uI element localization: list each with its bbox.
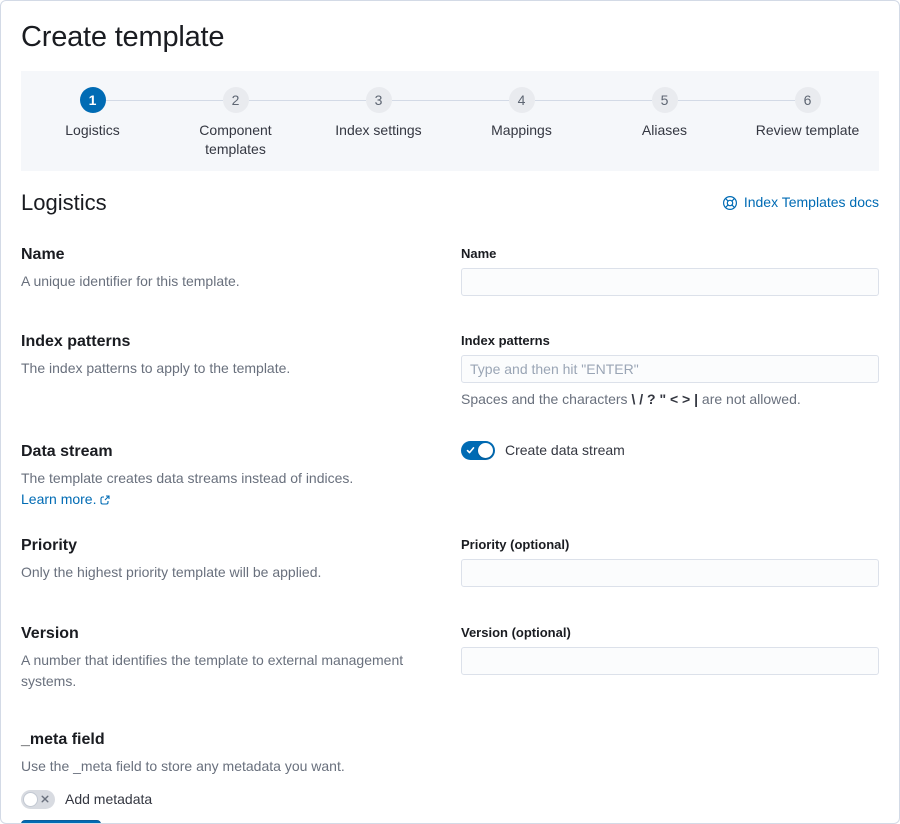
cross-icon <box>41 795 49 803</box>
next-button[interactable]: Next <box>21 820 102 823</box>
toggle-knob <box>23 792 38 807</box>
step-item-logistics[interactable]: 1 Logistics <box>21 87 164 159</box>
step-connector <box>391 99 450 101</box>
step-number-circle: 4 <box>508 87 535 113</box>
step-number-circle: 6 <box>794 87 821 113</box>
step-connector <box>450 99 509 101</box>
step-connector <box>248 99 307 101</box>
add-metadata-toggle[interactable] <box>21 790 55 809</box>
index-patterns-row-description: The index patterns to apply to the templ… <box>21 360 291 376</box>
meta-row-title: _meta field <box>21 731 105 748</box>
index-patterns-field-label: Index patterns <box>461 333 550 348</box>
meta-row-description: Use the _meta field to store any metadat… <box>21 758 345 774</box>
form-row-meta-field: _meta field Use the _meta field to store… <box>21 728 879 810</box>
step-connector <box>736 99 795 101</box>
name-row-description: A unique identifier for this template. <box>21 273 240 289</box>
create-data-stream-toggle[interactable] <box>461 441 495 460</box>
section-header: Logistics Index Templates docs <box>21 189 879 217</box>
index-templates-docs-link[interactable]: Index Templates docs <box>722 192 879 213</box>
create-data-stream-label: Create data stream <box>505 442 625 458</box>
step-connector <box>21 100 80 101</box>
version-input[interactable] <box>461 647 879 675</box>
step-number-circle[interactable]: 1 <box>79 87 106 113</box>
step-label: Mappings <box>491 122 552 138</box>
form-row-priority: Priority Only the highest priority templ… <box>21 534 879 587</box>
learn-more-link[interactable]: Learn more. <box>21 489 111 510</box>
name-row-title: Name <box>21 246 65 263</box>
step-label: Index settings <box>335 122 422 138</box>
step-connector <box>593 99 652 101</box>
help-icon <box>722 195 737 210</box>
name-input[interactable] <box>461 268 879 296</box>
page-title: Create template <box>21 21 225 53</box>
version-field-label: Version (optional) <box>461 625 571 640</box>
version-row-description: A number that identifies the template to… <box>21 652 404 689</box>
step-item-index-settings: 3 Index settings <box>307 87 450 159</box>
priority-field-label: Priority (optional) <box>461 537 570 552</box>
form-row-data-stream: Data stream The template creates data st… <box>21 440 879 510</box>
step-number-circle: 5 <box>651 87 678 113</box>
external-link-icon <box>100 494 111 505</box>
step-connector <box>307 99 366 101</box>
data-stream-row-title: Data stream <box>21 443 113 460</box>
docs-link-label: Index Templates docs <box>743 194 879 210</box>
form-row-version: Version A number that identifies the tem… <box>21 622 879 692</box>
step-number-circle: 2 <box>222 87 249 113</box>
step-label: Aliases <box>641 122 688 138</box>
check-icon <box>466 447 475 454</box>
index-patterns-row-title: Index patterns <box>21 333 131 350</box>
priority-row-description: Only the highest priority template will … <box>21 564 322 580</box>
logistics-form: Name A unique identifier for this templa… <box>21 243 879 823</box>
step-connector <box>105 99 164 101</box>
toggle-knob <box>478 443 493 458</box>
index-patterns-input[interactable] <box>461 355 879 383</box>
step-label: Component templates <box>199 122 272 157</box>
section-title: Logistics <box>21 190 107 215</box>
form-row-index-patterns: Index patterns The index patterns to app… <box>21 330 879 410</box>
form-row-name: Name A unique identifier for this templa… <box>21 243 879 296</box>
step-label: Logistics <box>65 122 120 138</box>
disallowed-characters: \ / ? " < > | <box>631 391 699 407</box>
priority-row-title: Priority <box>21 537 78 554</box>
step-item-component-templates: 2 Component templates <box>164 87 307 159</box>
step-indicator: 1 Logistics 2 Component templates 3 Inde… <box>21 71 879 171</box>
step-label: Review template <box>755 122 860 138</box>
step-connector <box>164 99 223 101</box>
add-metadata-switch-row: Add metadata <box>21 789 445 810</box>
step-number-circle: 3 <box>365 87 392 113</box>
priority-input[interactable] <box>461 559 879 587</box>
name-field-label: Name <box>461 246 497 261</box>
step-connector <box>534 99 593 101</box>
step-item-aliases: 5 Aliases <box>593 87 736 159</box>
index-patterns-help-text: Spaces and the characters \ / ? " < > | … <box>461 391 801 407</box>
add-metadata-label: Add metadata <box>65 791 153 807</box>
version-row-title: Version <box>21 625 79 642</box>
data-stream-row-description: The template creates data streams instea… <box>21 468 445 510</box>
step-item-mappings: 4 Mappings <box>450 87 593 159</box>
step-item-review-template: 6 Review template <box>736 87 879 159</box>
step-connector <box>821 100 880 101</box>
step-connector <box>677 99 736 101</box>
create-template-page: Create template 1 Logistics 2 Component … <box>0 0 900 824</box>
create-data-stream-switch-row: Create data stream <box>461 440 879 461</box>
